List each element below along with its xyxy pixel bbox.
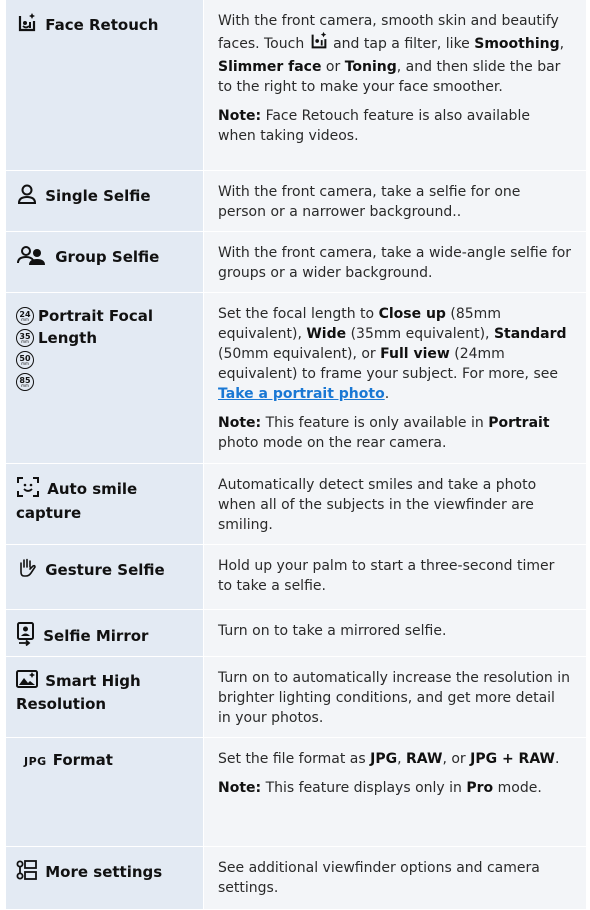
- note-text: This feature is only available in: [261, 415, 489, 431]
- feature-name: Auto smile: [47, 480, 138, 498]
- table-row: 24 mm Portrait Focal 35 mm Length 50 mm 85 m…: [6, 293, 586, 464]
- table-row: Smart High Resolution Turn on to automat…: [6, 657, 586, 738]
- feature-name: Portrait Focal: [38, 307, 154, 325]
- description-cell: With the front camera, take a wide-angle…: [204, 232, 586, 292]
- portrait-photo-link[interactable]: Take a portrait photo: [218, 386, 385, 402]
- desc-text: (35mm equivalent),: [346, 326, 494, 342]
- table-row: Single Selfie With the front camera, tak…: [6, 171, 586, 232]
- feature-cell: Single Selfie: [6, 171, 204, 231]
- desc-text: or: [321, 59, 345, 75]
- feature-cell: Selfie Mirror: [6, 610, 204, 656]
- table-row: Gesture Selfie Hold up your palm to star…: [6, 545, 586, 610]
- smart-high-res-icon: [16, 669, 38, 694]
- note-text: This feature displays only in: [261, 780, 467, 796]
- desc-text: (50mm equivalent), or: [218, 346, 381, 362]
- description-cell: Automatically detect smiles and take a p…: [204, 464, 586, 544]
- feature-cell: Auto smile capture: [6, 464, 204, 544]
- table-row: Face Retouch With the front camera, smoo…: [6, 0, 586, 171]
- feature-cell: More settings: [6, 847, 204, 909]
- single-person-icon: [16, 183, 38, 210]
- feature-name: Single Selfie: [45, 187, 151, 205]
- feature-name: Resolution: [16, 695, 107, 713]
- desc-text: .: [554, 751, 560, 767]
- desc-text: Turn on to take a mirrored selfie.: [218, 623, 447, 639]
- feature-name: Length: [38, 329, 97, 347]
- note-text: Face Retouch feature is also available w…: [218, 108, 530, 144]
- desc-text: See additional viewfinder options and ca…: [218, 860, 540, 896]
- feature-cell: 24 mm Portrait Focal 35 mm Length 50 mm 85 m…: [6, 293, 204, 463]
- focal-35mm-icon: 35 mm: [16, 329, 34, 347]
- mode-name: Portrait: [488, 415, 550, 431]
- feature-cell: Face Retouch: [6, 0, 204, 170]
- description-cell: Turn on to automatically increase the re…: [204, 657, 586, 737]
- option-name: Wide: [306, 326, 347, 342]
- filter-name: Toning: [344, 59, 397, 75]
- table-row: More settings See additional viewfinder …: [6, 847, 586, 910]
- feature-cell: Group Selfie: [6, 232, 204, 292]
- feature-name: capture: [16, 504, 82, 522]
- feature-name: Selfie Mirror: [43, 627, 149, 645]
- desc-text: Set the file format as: [218, 751, 371, 767]
- option-name: Standard: [493, 326, 567, 342]
- feature-name: Gesture Selfie: [45, 561, 165, 579]
- option-name: Full view: [380, 346, 450, 362]
- feature-name: Format: [52, 751, 113, 769]
- table-row: Auto smile capture Automatically detect …: [6, 464, 586, 545]
- group-people-icon: [16, 244, 48, 271]
- selfie-mirror-icon: [16, 622, 36, 651]
- table-row: JPG Format Set the file format as JPG, RA…: [6, 738, 586, 847]
- description-cell: Set the focal length to Close up (85mm e…: [204, 293, 586, 463]
- description-cell: Set the file format as JPG, RAW, or JPG …: [204, 738, 586, 846]
- filter-name: Smoothing: [474, 36, 560, 52]
- desc-text: Set the focal length to: [218, 306, 379, 322]
- desc-text: With the front camera, take a selfie for…: [218, 184, 521, 220]
- option-name: Close up: [378, 306, 446, 322]
- smile-frame-icon: [16, 476, 40, 503]
- face-retouch-icon: [309, 31, 329, 57]
- desc-text: and tap a filter, like: [328, 36, 475, 52]
- desc-text: With the front camera, take a wide-angle…: [218, 245, 572, 281]
- feature-cell: Smart High Resolution: [6, 657, 204, 737]
- description-cell: Hold up your palm to start a three-secon…: [204, 545, 586, 609]
- desc-text: ,: [397, 751, 406, 767]
- note-text: mode.: [493, 780, 542, 796]
- description-cell: With the front camera, smooth skin and b…: [204, 0, 586, 170]
- camera-features-table: Face Retouch With the front camera, smoo…: [6, 0, 586, 910]
- feature-name: Group Selfie: [55, 248, 160, 266]
- desc-text: Turn on to automatically increase the re…: [218, 670, 571, 726]
- feature-cell: JPG Format: [6, 738, 204, 846]
- table-row: Group Selfie With the front camera, take…: [6, 232, 586, 293]
- desc-text: .: [384, 386, 390, 402]
- focal-24mm-icon: 24 mm: [16, 307, 34, 325]
- feature-name: More settings: [45, 863, 163, 881]
- note-label: Note:: [218, 415, 262, 431]
- note-text: photo mode on the rear camera.: [218, 435, 447, 451]
- more-settings-icon: [16, 859, 38, 886]
- feature-name: Face Retouch: [45, 16, 159, 34]
- description-cell: See additional viewfinder options and ca…: [204, 847, 586, 909]
- mode-name: Pro: [466, 780, 494, 796]
- description-cell: Turn on to take a mirrored selfie.: [204, 610, 586, 656]
- desc-text: Hold up your palm to start a three-secon…: [218, 558, 555, 594]
- feature-cell: Gesture Selfie: [6, 545, 204, 609]
- focal-50mm-icon: 50 mm: [16, 351, 34, 369]
- filter-name: Slimmer face: [218, 59, 322, 75]
- desc-text: , or: [442, 751, 471, 767]
- note-label: Note:: [218, 108, 262, 124]
- face-retouch-icon: [16, 12, 38, 39]
- jpg-format-icon: JPG: [24, 755, 47, 768]
- palm-hand-icon: [16, 557, 38, 584]
- feature-name: Smart High: [45, 672, 141, 690]
- table-row: Selfie Mirror Turn on to take a mirrored…: [6, 610, 586, 657]
- focal-85mm-icon: 85 mm: [16, 373, 34, 391]
- format-name: RAW: [406, 751, 443, 767]
- description-cell: With the front camera, take a selfie for…: [204, 171, 586, 231]
- format-name: JPG: [370, 751, 398, 767]
- note-label: Note:: [218, 780, 262, 796]
- format-name: JPG + RAW: [470, 751, 555, 767]
- desc-text: Automatically detect smiles and take a p…: [218, 477, 537, 533]
- desc-text: ,: [559, 36, 565, 52]
